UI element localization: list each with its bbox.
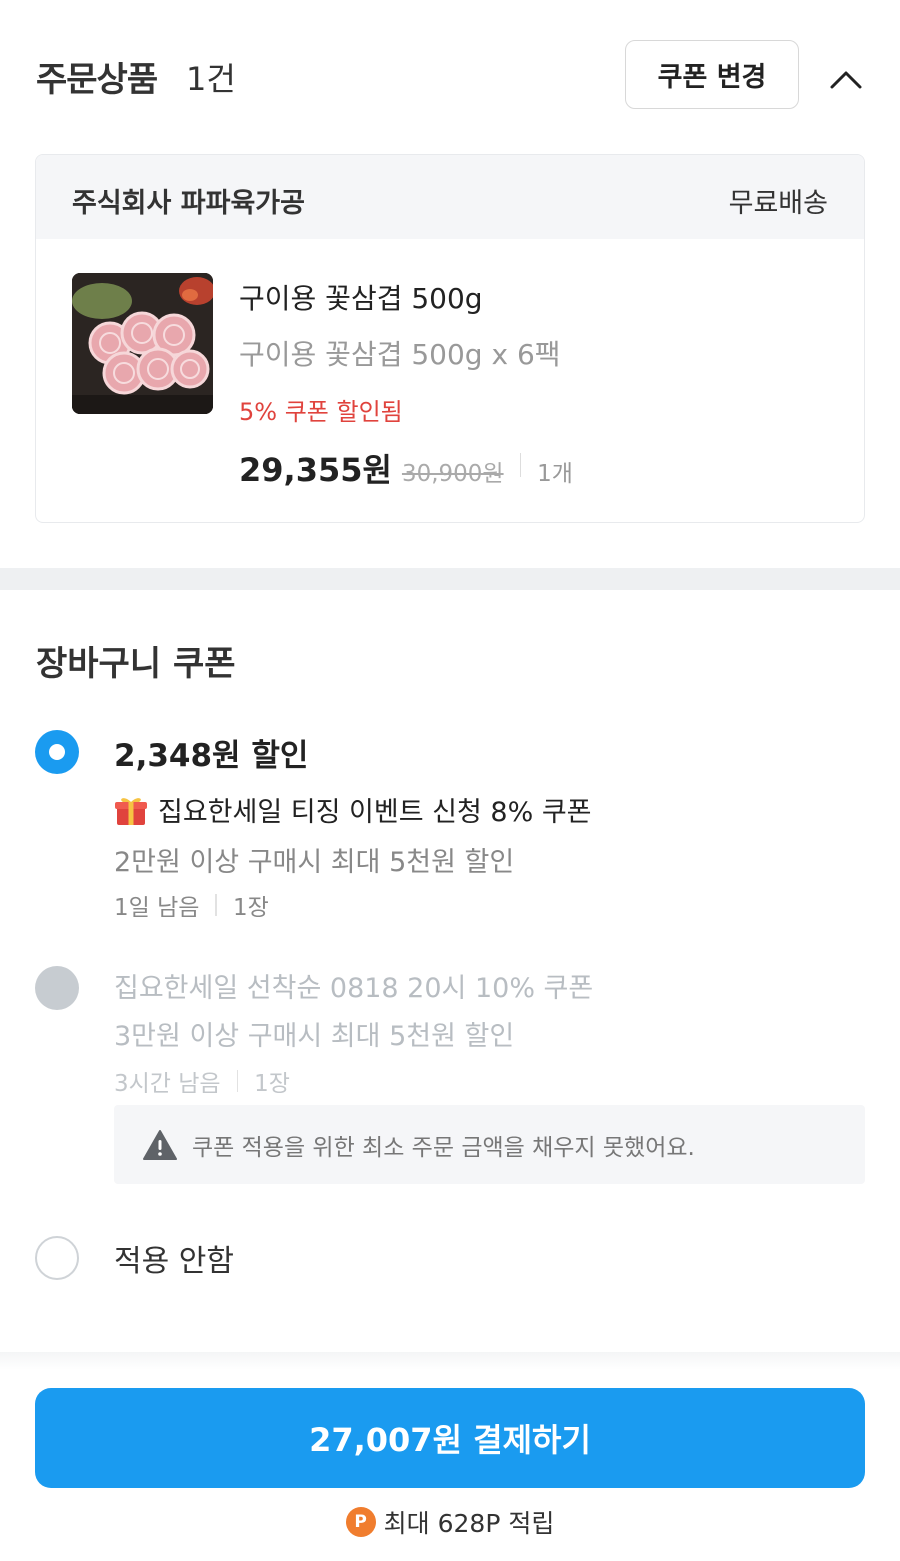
points-text: 최대 628P 적립 xyxy=(383,1509,555,1538)
coupon-name[interactable]: 집요한세일 티징 이벤트 신청 8% 쿠폰 xyxy=(114,790,592,829)
coupon-discount-amount[interactable]: 2,348원 할인 xyxy=(114,730,308,775)
coupon-meta: 3시간 남음 1장 xyxy=(114,1064,290,1098)
product-thumbnail[interactable] xyxy=(72,273,213,414)
discount-note: 5% 쿠폰 할인됨 xyxy=(239,398,403,426)
coupon-radio-none[interactable] xyxy=(35,1236,79,1280)
gift-icon xyxy=(115,797,147,825)
warning-text: 쿠폰 적용을 위한 최소 주문 금액을 채우지 못했어요. xyxy=(192,1134,695,1161)
order-title: 주문상품 xyxy=(36,60,158,100)
coupon-radio-selected[interactable] xyxy=(35,730,79,774)
divider xyxy=(215,894,217,916)
product-name: 구이용 꽃삼겹 500g xyxy=(239,282,483,315)
divider xyxy=(236,1070,239,1092)
sale-price: 29,355원 xyxy=(239,451,392,489)
coupon-name-text: 집요한세일 티징 이벤트 신청 8% 쿠폰 xyxy=(158,797,592,828)
coupon-remaining: 3시간 남음 xyxy=(114,1071,221,1097)
coupon-radio-disabled xyxy=(35,966,79,1010)
price-row: 29,355원 30,900원 1개 xyxy=(239,445,573,489)
quantity: 1개 xyxy=(537,461,573,487)
order-count: 1건 xyxy=(186,60,236,98)
pork-belly-image xyxy=(72,273,213,414)
seller-name: 주식회사 파파육가공 xyxy=(72,188,305,219)
product-card: 주식회사 파파육가공 무료배송 구이용 꽃삼겹 500g 구이용 꽃삼겹 500… xyxy=(35,154,865,523)
seller-bar: 주식회사 파파육가공 무료배송 xyxy=(36,155,864,239)
points-row: P 최대 628P 적립 xyxy=(0,1504,900,1540)
no-coupon-label[interactable]: 적용 안함 xyxy=(114,1236,234,1280)
coupon-condition: 3만원 이상 구매시 최대 5천원 할인 xyxy=(114,1021,515,1052)
pay-button[interactable]: 27,007원 결제하기 xyxy=(35,1388,865,1488)
shipping-label: 무료배송 xyxy=(728,188,828,219)
coupon-condition: 2만원 이상 구매시 최대 5천원 할인 xyxy=(114,847,515,878)
coupon-name: 집요한세일 선착순 0818 20시 10% 쿠폰 xyxy=(114,973,594,1004)
product-option: 구이용 꽃삼겹 500g x 6팩 xyxy=(239,338,561,371)
coupon-change-button[interactable]: 쿠폰 변경 xyxy=(625,40,799,109)
warning-icon xyxy=(143,1129,177,1160)
original-price: 30,900원 xyxy=(401,461,504,487)
coupon-qty: 1장 xyxy=(254,1071,290,1097)
divider xyxy=(519,453,522,477)
order-header: 주문상품 1건 쿠폰 변경 xyxy=(0,0,900,150)
points-icon: P xyxy=(345,1507,376,1537)
coupon-remaining: 1일 남음 xyxy=(114,895,200,921)
section-divider xyxy=(0,568,900,590)
coupon-section-title: 장바구니 쿠폰 xyxy=(36,644,236,684)
coupon-meta: 1일 남음 1장 xyxy=(114,888,269,922)
chevron-up-icon[interactable] xyxy=(826,60,866,100)
coupon-qty: 1장 xyxy=(232,895,269,921)
coupon-warning-box: 쿠폰 적용을 위한 최소 주문 금액을 채우지 못했어요. xyxy=(114,1105,865,1184)
bottom-bar-shadow xyxy=(0,1352,900,1370)
